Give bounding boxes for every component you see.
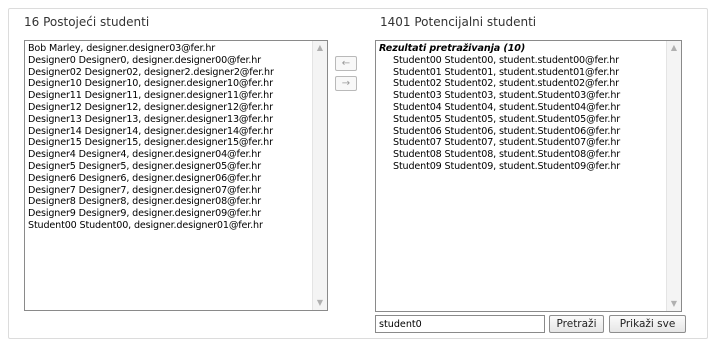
add-student-button[interactable]: ←: [335, 56, 357, 71]
existing-student-option[interactable]: Bob Marley, designer.designer03@fer.hr: [25, 43, 311, 55]
existing-student-option[interactable]: Designer11 Designer11, designer.designer…: [25, 90, 311, 102]
potential-student-option[interactable]: Student04 Student04, student.Student04@f…: [376, 102, 665, 114]
potential-student-option[interactable]: Student01 Student01, student.student01@f…: [376, 67, 665, 79]
scroll-down-icon[interactable]: ▼: [667, 297, 681, 311]
show-all-button[interactable]: Prikaži sve: [609, 315, 686, 333]
existing-student-option[interactable]: Designer02 Designer02, designer2.designe…: [25, 67, 311, 79]
existing-student-option[interactable]: Designer9 Designer9, designer.designer09…: [25, 208, 311, 220]
existing-student-option[interactable]: Designer7 Designer7, designer.designer07…: [25, 185, 311, 197]
search-results-group: Student00 Student00, student.student00@f…: [376, 55, 665, 173]
search-button[interactable]: Pretraži: [549, 315, 604, 333]
existing-student-option[interactable]: Designer6 Designer6, designer.designer06…: [25, 173, 311, 185]
potential-students-heading: 1401 Potencijalni studenti: [380, 15, 537, 29]
existing-students-options: Bob Marley, designer.designer03@fer.hr De…: [25, 43, 311, 310]
existing-student-option[interactable]: Designer5 Designer5, designer.designer05…: [25, 161, 311, 173]
existing-student-option[interactable]: Designer8 Designer8, designer.designer08…: [25, 196, 311, 208]
existing-student-option[interactable]: Designer10 Designer10, designer.designer…: [25, 78, 311, 90]
existing-student-option[interactable]: Designer13 Designer13, designer.designer…: [25, 114, 311, 126]
potential-student-option[interactable]: Student02 Student02, student.student02@f…: [376, 78, 665, 90]
existing-student-option[interactable]: Student00 Student00, designer.designer01…: [25, 220, 311, 232]
potential-student-option[interactable]: Student09 Student09, student.Student09@f…: [376, 161, 665, 173]
potential-student-option[interactable]: Student05 Student05, student.Student05@f…: [376, 114, 665, 126]
search-results-group-label: Rezultati pretraživanja (10): [379, 43, 526, 54]
potential-students-list[interactable]: Rezultati pretraživanja (10) Student00 S…: [375, 40, 682, 312]
arrow-right-icon: →: [341, 78, 351, 89]
scroll-up-icon[interactable]: ▲: [667, 41, 681, 55]
existing-list-scrollbar[interactable]: ▲ ▼: [312, 41, 327, 310]
existing-students-list[interactable]: Bob Marley, designer.designer03@fer.hr De…: [24, 40, 328, 311]
potential-student-option[interactable]: Student06 Student06, student.Student06@f…: [376, 126, 665, 138]
scroll-down-icon[interactable]: ▼: [313, 296, 327, 310]
potential-list-scrollbar[interactable]: ▲ ▼: [666, 41, 681, 311]
potential-student-option[interactable]: Student00 Student00, student.student00@f…: [376, 55, 665, 67]
scroll-up-icon[interactable]: ▲: [313, 41, 327, 55]
remove-student-button[interactable]: →: [335, 76, 357, 91]
existing-student-option[interactable]: Designer15 Designer15, designer.designer…: [25, 137, 311, 149]
potential-student-option[interactable]: Student08 Student08, student.Student08@f…: [376, 149, 665, 161]
existing-students-heading: 16 Postojeći studenti: [24, 15, 150, 29]
potential-students-options: Rezultati pretraživanja (10) Student00 S…: [376, 43, 665, 311]
search-input[interactable]: [375, 315, 545, 333]
existing-student-option[interactable]: Designer12 Designer12, designer.designer…: [25, 102, 311, 114]
existing-student-option[interactable]: Designer14 Designer14, designer.designer…: [25, 126, 311, 138]
potential-student-option[interactable]: Student03 Student03, student.Student03@f…: [376, 90, 665, 102]
potential-student-option[interactable]: Student07 Student07, student.Student07@f…: [376, 137, 665, 149]
arrow-left-icon: ←: [341, 58, 351, 69]
existing-student-option[interactable]: Designer4 Designer4, designer.designer04…: [25, 149, 311, 161]
existing-student-option[interactable]: Designer0 Designer0, designer.designer00…: [25, 55, 311, 67]
